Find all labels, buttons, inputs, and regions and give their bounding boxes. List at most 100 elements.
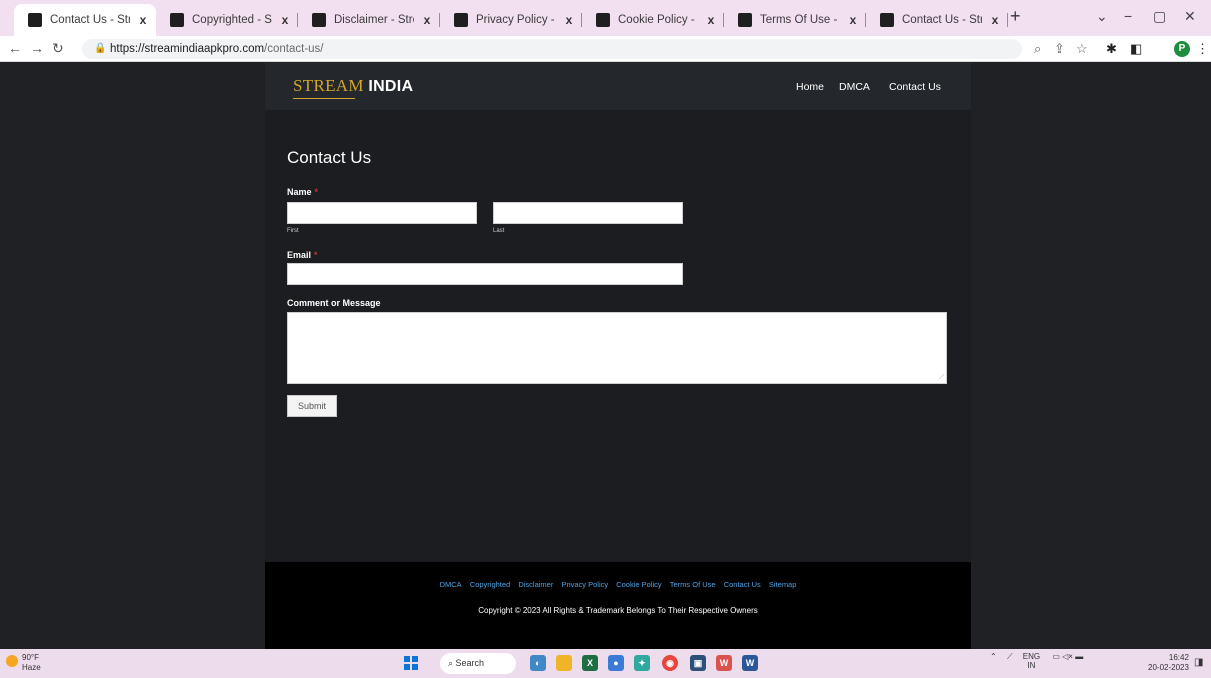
minimize-button[interactable]: − — [1124, 8, 1132, 24]
footer-link-disclaimer[interactable]: Disclaimer — [518, 580, 553, 589]
close-window-button[interactable]: ✕ — [1184, 8, 1196, 25]
close-tab-icon[interactable]: x — [136, 13, 150, 27]
chrome-icon[interactable]: ◉ — [662, 655, 678, 671]
nav-link-dmca[interactable]: DMCA — [839, 81, 870, 93]
browser-tab[interactable]: Contact Us - Stream I x — [866, 6, 1008, 34]
tab-title: Contact Us - Stream I — [50, 14, 130, 26]
excel-icon[interactable]: X — [582, 655, 598, 671]
menu-kebab-icon[interactable]: ⋮ — [1196, 41, 1209, 57]
search-label: Search — [455, 658, 485, 668]
close-tab-icon[interactable]: x — [278, 13, 292, 27]
footer-link-terms[interactable]: Terms Of Use — [670, 580, 716, 589]
footer-link-privacy[interactable]: Privacy Policy — [561, 580, 608, 589]
app-icon[interactable]: ▣ — [690, 655, 706, 671]
tab-title: Disclaimer - Stream I — [334, 14, 414, 26]
required-marker: * — [314, 250, 318, 260]
monitor-icon[interactable]: ▭ — [1052, 652, 1060, 661]
wps-office-icon[interactable]: W — [716, 655, 732, 671]
profile-avatar[interactable]: P — [1174, 41, 1190, 57]
reload-icon[interactable]: ↻ — [52, 40, 64, 57]
close-tab-icon[interactable]: x — [562, 13, 576, 27]
back-arrow-icon[interactable]: ← — [8, 40, 22, 56]
browser-tab[interactable]: Contact Us - Stream I x — [14, 4, 156, 36]
site-favicon-icon — [596, 13, 610, 27]
weather-desc: Haze — [22, 663, 41, 672]
close-tab-icon[interactable]: x — [988, 13, 1002, 27]
email-label-text: Email — [287, 250, 312, 260]
maximize-button[interactable]: ▢ — [1153, 8, 1166, 25]
site-logo[interactable]: STREAM INDIA — [293, 76, 413, 96]
last-name-input[interactable] — [493, 202, 683, 224]
weather-widget[interactable]: 90°F Haze — [6, 653, 41, 673]
zoom-icon[interactable]: ⌕ — [1034, 41, 1041, 57]
site-favicon-icon — [312, 13, 326, 27]
browser-tab[interactable]: Privacy Policy - Strea x — [440, 6, 582, 34]
name-label-text: Name — [287, 187, 312, 197]
battery-icon[interactable]: ▬ — [1075, 652, 1083, 661]
file-explorer-icon[interactable] — [556, 655, 572, 671]
footer-link-copyrighted[interactable]: Copyrighted — [470, 580, 510, 589]
app-icon[interactable]: ● — [608, 655, 624, 671]
address-bar[interactable]: 🔒 https://streamindiaapkpro.com/contact-… — [82, 39, 1022, 59]
site-favicon-icon — [880, 13, 894, 27]
volume-icon[interactable]: ◁× — [1062, 652, 1073, 661]
first-name-sublabel: First — [287, 228, 299, 234]
close-tab-icon[interactable]: x — [420, 13, 434, 27]
close-tab-icon[interactable]: x — [704, 13, 718, 27]
sun-icon — [6, 655, 18, 667]
clock-time: 16:42 — [1168, 653, 1189, 662]
browser-toolbar: ← → ↻ 🔒 https://streamindiaapkpro.com/co… — [0, 36, 1211, 62]
system-tray: ⌃ ⟋ ENG IN ▭ ◁× ▬ — [990, 652, 1083, 670]
browser-tab-bar: Contact Us - Stream I x Copyrighted - St… — [0, 0, 1211, 36]
resize-grip-icon[interactable]: ⟋ — [939, 374, 944, 382]
footer-link-contact[interactable]: Contact Us — [724, 580, 761, 589]
required-marker: * — [314, 187, 319, 197]
share-icon[interactable]: ⇪ — [1054, 41, 1065, 57]
page-viewport: STREAM INDIA Home DMCA Contact Us Contac… — [7, 62, 1205, 649]
language-indicator[interactable]: ENG IN — [1023, 652, 1040, 670]
site-favicon-icon — [170, 13, 184, 27]
logo-text-india: INDIA — [368, 78, 414, 95]
new-tab-button[interactable]: + — [1010, 6, 1021, 27]
system-clock[interactable]: 16:42 20-02-2023 — [1148, 653, 1189, 673]
notification-icon[interactable]: ◨ — [1194, 657, 1203, 668]
os-taskbar: 90°F Haze ⌕ Search ◐ X ● ✦ ◉ ▣ W W ⌃ ⟋ E… — [0, 649, 1211, 678]
last-name-sublabel: Last — [493, 228, 505, 234]
tab-title: Cookie Policy - Strea — [618, 14, 698, 26]
taskbar-search[interactable]: ⌕ Search — [440, 653, 516, 674]
forward-arrow-icon[interactable]: → — [30, 40, 44, 56]
footer-link-sitemap[interactable]: Sitemap — [769, 580, 797, 589]
lang-code: ENG — [1022, 652, 1041, 661]
chevron-up-icon[interactable]: ⌃ — [990, 652, 997, 661]
app-icon[interactable]: ✦ — [634, 655, 650, 671]
tab-search-icon[interactable]: ⌄ — [1096, 8, 1108, 25]
extensions-icon[interactable]: ✱ — [1106, 41, 1117, 57]
browser-tab[interactable]: Disclaimer - Stream I x — [298, 6, 440, 34]
app-icon[interactable]: ◐ — [530, 655, 546, 671]
nav-link-home[interactable]: Home — [796, 81, 824, 93]
footer-links: DMCA Copyrighted Disclaimer Privacy Poli… — [265, 580, 971, 589]
bookmark-star-icon[interactable]: ☆ — [1076, 41, 1088, 57]
browser-tab[interactable]: Terms Of Use - Strea x — [724, 6, 866, 34]
browser-tab[interactable]: Copyrighted - Stream x — [156, 6, 298, 34]
browser-tab[interactable]: Cookie Policy - Strea x — [582, 6, 724, 34]
side-panel-icon[interactable]: ◧ — [1130, 41, 1142, 57]
site-footer: DMCA Copyrighted Disclaimer Privacy Poli… — [265, 562, 971, 649]
site-favicon-icon — [454, 13, 468, 27]
footer-link-cookie[interactable]: Cookie Policy — [616, 580, 661, 589]
tab-divider — [1007, 13, 1008, 27]
footer-link-dmca[interactable]: DMCA — [440, 580, 462, 589]
first-name-input[interactable] — [287, 202, 477, 224]
lang-region: IN — [1027, 661, 1036, 670]
message-textarea[interactable]: ⟋ — [287, 312, 947, 384]
email-input[interactable] — [287, 263, 683, 285]
windows-start-icon[interactable] — [404, 656, 418, 670]
site-header: STREAM INDIA Home DMCA Contact Us — [265, 62, 971, 110]
submit-button[interactable]: Submit — [287, 395, 337, 417]
weather-temp: 90°F — [22, 653, 39, 662]
word-icon[interactable]: W — [742, 655, 758, 671]
message-label: Comment or Message — [287, 298, 381, 308]
pen-icon[interactable]: ⟋ — [1007, 652, 1013, 661]
nav-link-contact[interactable]: Contact Us — [889, 81, 941, 93]
close-tab-icon[interactable]: x — [846, 13, 860, 27]
